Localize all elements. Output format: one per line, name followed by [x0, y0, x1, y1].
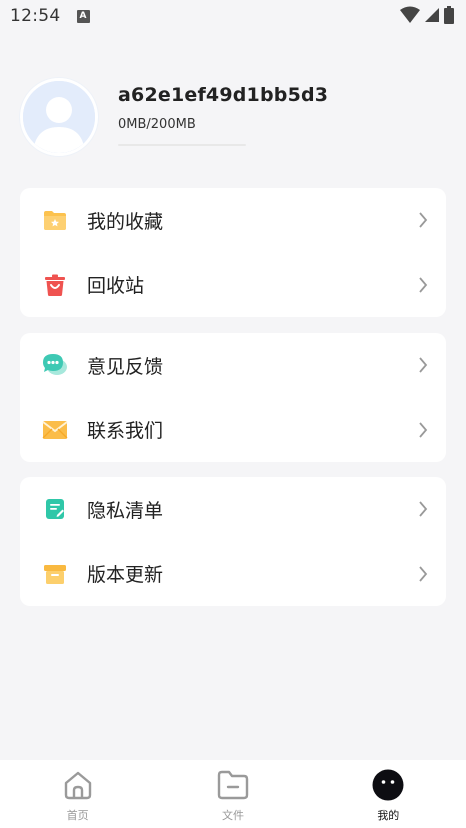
storage-progress-bar	[118, 144, 246, 146]
chevron-right-icon	[419, 501, 428, 517]
chevron-right-icon	[419, 566, 428, 582]
profile-header: a62e1ef49d1bb5d3 0MB/200MB	[20, 78, 450, 158]
chat-bubble-icon	[42, 352, 68, 378]
status-indicators	[400, 6, 454, 24]
menu-item-label: 意见反馈	[87, 355, 164, 378]
menu-item-label: 联系我们	[87, 420, 164, 443]
tab-label: 首页	[66, 809, 89, 822]
wifi-icon	[400, 6, 420, 23]
menu-item-label: 版本更新	[87, 564, 164, 587]
menu-item-privacy-list[interactable]: 隐私清单	[20, 477, 446, 542]
tab-home[interactable]: 首页	[0, 760, 155, 828]
tab-label: 我的	[377, 809, 400, 822]
status-time: 12:54	[10, 6, 61, 26]
folder-icon	[216, 768, 250, 802]
menu-item-feedback[interactable]: 意见反馈	[20, 333, 446, 398]
menu-card-collection: 我的收藏 回收站	[20, 188, 446, 317]
menu-item-version-update[interactable]: 版本更新	[20, 542, 446, 607]
username: a62e1ef49d1bb5d3	[118, 84, 329, 106]
chevron-right-icon	[419, 212, 428, 228]
menu-item-label: 隐私清单	[87, 499, 164, 522]
folder-star-icon	[42, 207, 68, 233]
box-icon	[42, 561, 68, 587]
menu-item-recycle-bin[interactable]: 回收站	[20, 253, 446, 318]
cellular-signal-icon	[425, 8, 439, 22]
tab-label: 文件	[221, 809, 244, 822]
battery-icon	[444, 6, 454, 24]
tab-files[interactable]: 文件	[155, 760, 310, 828]
home-icon	[61, 768, 95, 802]
menu-item-favorites[interactable]: 我的收藏	[20, 188, 446, 253]
profile-face-icon	[371, 768, 405, 802]
user-avatar-icon	[23, 81, 95, 153]
notification-icon: A	[76, 9, 90, 23]
chevron-right-icon	[419, 422, 428, 438]
avatar[interactable]	[20, 78, 98, 156]
menu-item-contact-us[interactable]: 联系我们	[20, 398, 446, 463]
menu-item-label: 我的收藏	[87, 210, 164, 233]
trash-basket-icon	[42, 272, 68, 298]
storage-usage: 0MB/200MB	[118, 117, 196, 132]
menu-item-label: 回收站	[87, 275, 145, 298]
menu-card-support: 意见反馈 联系我们	[20, 333, 446, 462]
menu-card-about: 隐私清单 版本更新	[20, 477, 446, 606]
tab-mine[interactable]: 我的	[311, 760, 466, 828]
chevron-right-icon	[419, 357, 428, 373]
note-edit-icon	[42, 496, 68, 522]
chevron-right-icon	[419, 277, 428, 293]
envelope-icon	[42, 417, 68, 443]
bottom-navigation: 首页 文件 我的	[0, 760, 466, 828]
status-bar: 12:54 A	[0, 0, 466, 32]
